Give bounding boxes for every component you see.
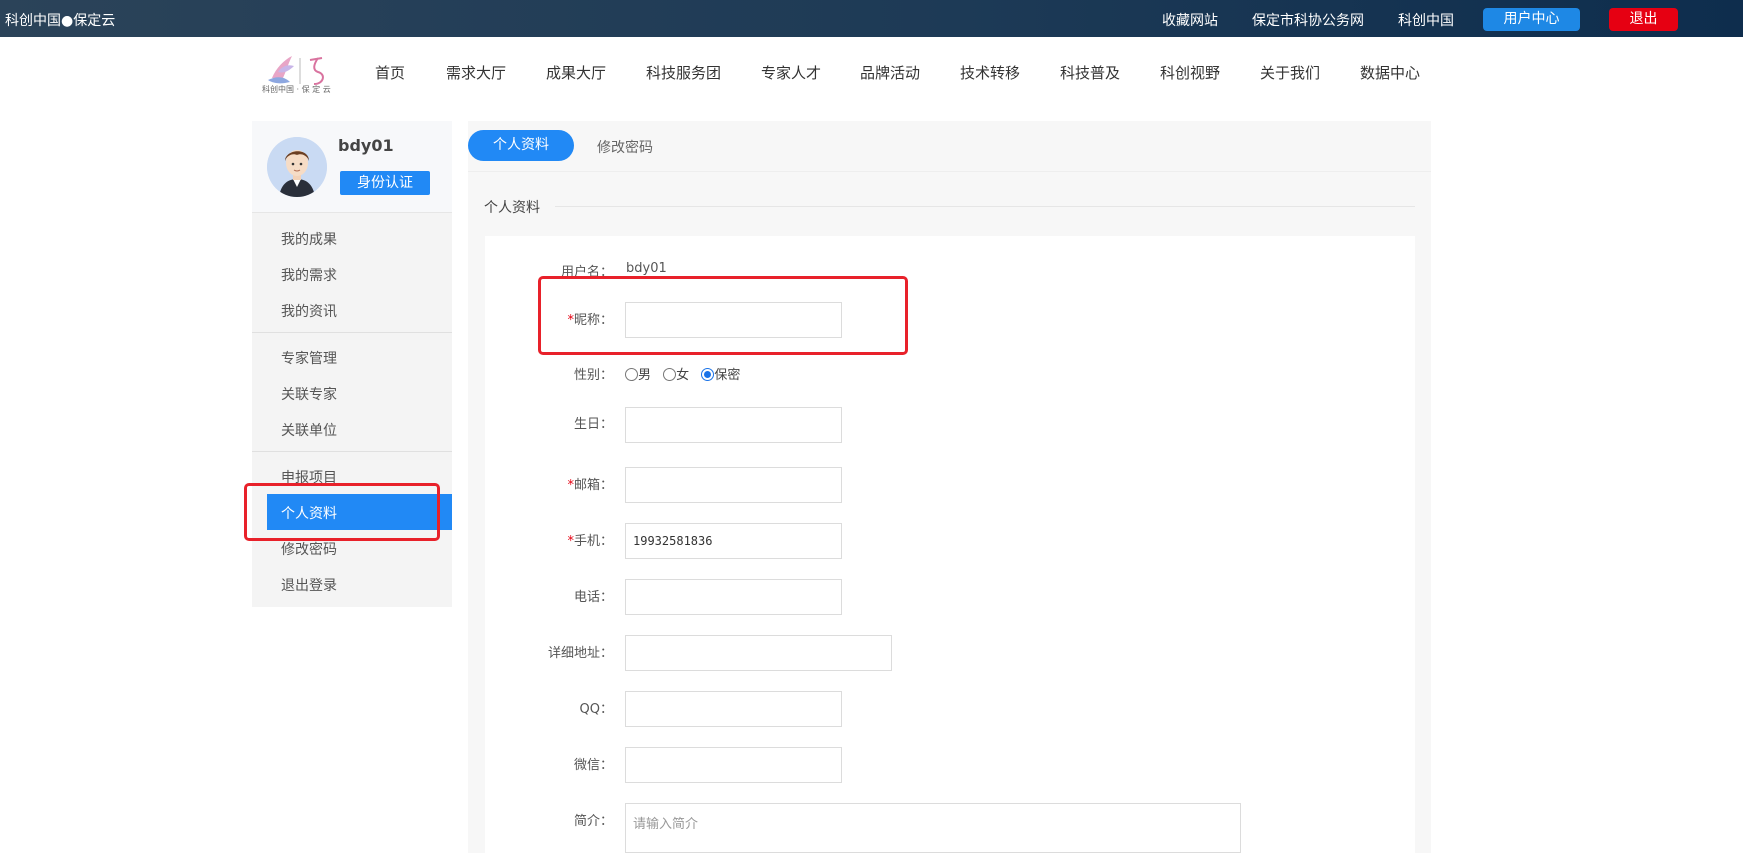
top-bar: 科创中国●保定云 收藏网站 保定市科协公务网 科创中国 用户中心 退出 [0, 0, 1743, 37]
nav-home[interactable]: 首页 [375, 62, 405, 83]
email-label: *邮箱： [567, 478, 613, 493]
qq-label: QQ： [579, 702, 613, 717]
logout-button[interactable]: 退出 [1609, 8, 1678, 31]
sidebar-item-my-news[interactable]: 我的资讯 [281, 301, 337, 321]
sidebar-item-expert-management[interactable]: 专家管理 [281, 348, 337, 368]
sidebar-divider [252, 451, 452, 452]
phone-field[interactable] [625, 579, 842, 615]
gender-label: 性别： [573, 368, 613, 383]
gender-female-label[interactable]: 女 [676, 368, 689, 383]
wechat-field[interactable] [625, 747, 842, 783]
nav-science-popularization[interactable]: 科技普及 [1060, 62, 1120, 83]
nav-experts[interactable]: 专家人才 [761, 62, 821, 83]
nav-demand-hall[interactable]: 需求大厅 [446, 62, 506, 83]
tab-personal-info[interactable]: 个人资料 [468, 130, 574, 161]
nickname-highlight-box [538, 276, 908, 355]
gender-male-radio[interactable] [625, 368, 638, 381]
sidebar-item-linked-experts[interactable]: 关联专家 [281, 384, 337, 404]
sidebar-divider [252, 332, 452, 333]
user-profile: bdy01 身份认证 [252, 121, 452, 213]
avatar [267, 137, 327, 197]
sidebar-username: bdy01 [338, 136, 394, 155]
username-value: bdy01 [626, 261, 667, 276]
gender-secret-radio[interactable] [701, 368, 715, 381]
personal-info-highlight-box [244, 483, 440, 541]
site-name[interactable]: 科创中国●保定云 [5, 10, 115, 30]
baoding-cast-link[interactable]: 保定市科协公务网 [1252, 10, 1364, 30]
section-title: 个人资料 [484, 200, 540, 216]
gender-secret-label[interactable]: 保密 [714, 368, 740, 383]
mobile-label: *手机： [567, 534, 613, 549]
mobile-field[interactable]: 19932581836 [625, 523, 842, 559]
nav-achievement-hall[interactable]: 成果大厅 [546, 62, 606, 83]
birthday-field[interactable] [625, 407, 842, 443]
section-divider [555, 206, 1415, 207]
qq-field[interactable] [625, 691, 842, 727]
sidebar-item-linked-units[interactable]: 关联单位 [281, 420, 337, 440]
kechuang-china-link[interactable]: 科创中国 [1398, 10, 1454, 30]
avatar-icon [267, 137, 327, 197]
nav-vision[interactable]: 科创视野 [1160, 62, 1220, 83]
tab-bar: 个人资料 修改密码 [468, 121, 1431, 171]
gender-male-label[interactable]: 男 [638, 368, 651, 383]
tab-change-password[interactable]: 修改密码 [597, 137, 653, 157]
address-field[interactable] [625, 635, 892, 671]
favorite-site-link[interactable]: 收藏网站 [1162, 10, 1218, 30]
sidebar-item-my-demands[interactable]: 我的需求 [281, 265, 337, 285]
sidebar-item-change-password[interactable]: 修改密码 [281, 539, 337, 559]
nav-brand-events[interactable]: 品牌活动 [860, 62, 920, 83]
phone-label: 电话： [573, 590, 613, 605]
gender-female-radio[interactable] [663, 368, 677, 381]
nav-data-center[interactable]: 数据中心 [1360, 62, 1420, 83]
wechat-label: 微信： [573, 758, 613, 773]
logo-caption: 科创中国 · 保 定 云 [262, 85, 331, 94]
user-center-button[interactable]: 用户中心 [1483, 8, 1580, 31]
identity-verify-button[interactable]: 身份认证 [340, 171, 430, 195]
sidebar-item-my-achievements[interactable]: 我的成果 [281, 229, 337, 249]
nav-tech-transfer[interactable]: 技术转移 [960, 62, 1020, 83]
nav-about-us[interactable]: 关于我们 [1260, 62, 1320, 83]
gender-radio-group: 男 女 保密 [625, 364, 740, 383]
intro-label: 简介： [573, 814, 613, 829]
email-field[interactable] [625, 467, 842, 503]
nav-tech-service-group[interactable]: 科技服务团 [646, 62, 721, 83]
address-label: 详细地址： [547, 646, 613, 661]
birthday-label: 生日： [573, 417, 613, 432]
intro-textarea[interactable]: 请输入简介 [625, 803, 1241, 853]
sidebar-item-sign-out[interactable]: 退出登录 [281, 575, 337, 595]
